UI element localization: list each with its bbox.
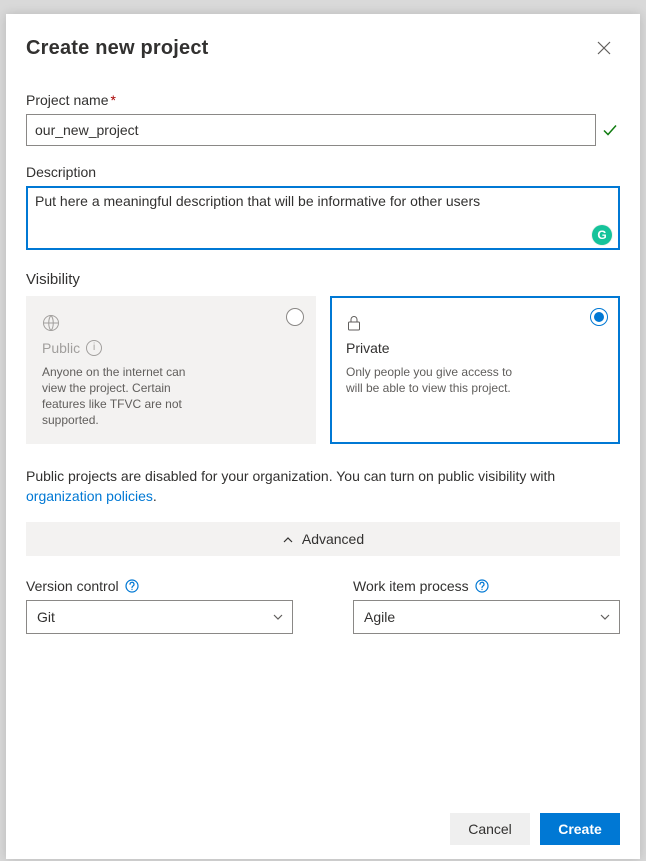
required-marker: * bbox=[110, 92, 115, 108]
dialog-body: Project name* Description G Visibility bbox=[6, 76, 640, 799]
chevron-down-icon bbox=[599, 611, 611, 623]
checkmark-icon bbox=[600, 122, 620, 138]
version-control-label: Version control bbox=[26, 578, 119, 594]
work-item-process-value: Agile bbox=[364, 609, 395, 625]
project-name-label: Project name* bbox=[26, 92, 620, 108]
visibility-public-title: Public i bbox=[42, 340, 300, 356]
description-label: Description bbox=[26, 164, 620, 180]
close-icon[interactable] bbox=[588, 32, 620, 64]
dialog-title: Create new project bbox=[26, 37, 209, 60]
info-icon: i bbox=[86, 340, 102, 356]
chevron-down-icon bbox=[272, 611, 284, 623]
visibility-label: Visibility bbox=[26, 271, 620, 288]
create-project-dialog: Create new project Project name* Descrip… bbox=[6, 14, 640, 859]
project-name-input[interactable] bbox=[26, 114, 596, 146]
cancel-button[interactable]: Cancel bbox=[450, 813, 530, 845]
visibility-option-private[interactable]: Private Only people you give access to w… bbox=[330, 296, 620, 444]
lock-icon bbox=[346, 312, 604, 334]
version-control-field: Version control Git bbox=[26, 578, 293, 634]
create-button[interactable]: Create bbox=[540, 813, 620, 845]
version-control-value: Git bbox=[37, 609, 55, 625]
organization-policies-link[interactable]: organization policies bbox=[26, 488, 153, 504]
advanced-toggle[interactable]: Advanced bbox=[26, 522, 620, 556]
visibility-private-desc: Only people you give access to will be a… bbox=[346, 364, 516, 396]
work-item-process-field: Work item process Agile bbox=[353, 578, 620, 634]
work-item-process-label: Work item process bbox=[353, 578, 469, 594]
visibility-private-title: Private bbox=[346, 340, 604, 356]
public-disabled-note: Public projects are disabled for your or… bbox=[26, 466, 620, 506]
help-icon[interactable] bbox=[475, 579, 489, 593]
description-input[interactable] bbox=[26, 186, 620, 250]
version-control-select[interactable]: Git bbox=[26, 600, 293, 634]
chevron-up-icon bbox=[282, 533, 294, 545]
description-field: Description G bbox=[26, 164, 620, 253]
visibility-option-public: Public i Anyone on the internet can view… bbox=[26, 296, 316, 444]
visibility-public-desc: Anyone on the internet can view the proj… bbox=[42, 364, 212, 428]
globe-icon bbox=[42, 312, 300, 334]
advanced-label: Advanced bbox=[302, 531, 364, 547]
radio-public bbox=[286, 308, 304, 326]
work-item-process-select[interactable]: Agile bbox=[353, 600, 620, 634]
advanced-section: Version control Git Work item process bbox=[26, 578, 620, 634]
help-icon[interactable] bbox=[125, 579, 139, 593]
project-name-field: Project name* bbox=[26, 92, 620, 146]
visibility-section: Visibility Public i Anyone on the intern… bbox=[26, 271, 620, 444]
dialog-footer: Cancel Create bbox=[6, 799, 640, 859]
grammarly-icon[interactable]: G bbox=[592, 225, 612, 245]
dialog-header: Create new project bbox=[6, 14, 640, 76]
radio-private[interactable] bbox=[590, 308, 608, 326]
